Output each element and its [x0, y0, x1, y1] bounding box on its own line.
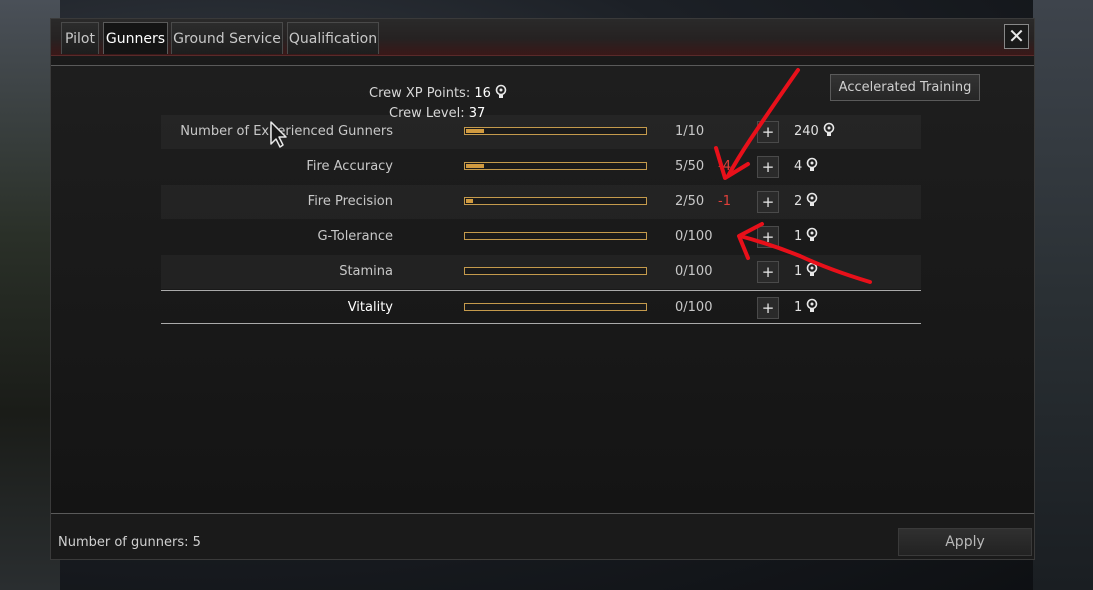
skill-value: 0/100 — [675, 300, 713, 315]
crew-skills-window: Pilot Gunners Ground Service Qualificati… — [50, 18, 1035, 560]
skill-progress-bar — [464, 232, 647, 240]
skill-row: Fire Precision 2/50 -1 +2 — [161, 185, 921, 219]
footer-divider — [51, 513, 1034, 514]
skill-name: Stamina — [339, 264, 393, 279]
increase-skill-button[interactable]: + — [757, 297, 779, 319]
mouse-cursor-icon — [270, 121, 287, 148]
skill-cost-value: 2 — [794, 194, 803, 209]
apply-button[interactable]: Apply — [898, 528, 1032, 556]
skill-delta: -1 — [718, 194, 731, 209]
skill-row: Vitality 0/100 +1 — [161, 290, 921, 324]
footer-bar: Number of gunners: 5 Apply — [51, 527, 1034, 559]
skill-cost-value: 240 — [794, 124, 819, 139]
skill-progress-fill — [466, 129, 484, 133]
skill-row: Stamina 0/100 +1 — [161, 255, 921, 289]
skill-progress-bar — [464, 197, 647, 205]
skill-row: G-Tolerance 0/100 +1 — [161, 220, 921, 254]
skill-row: Fire Accuracy 5/50 -4 +4 — [161, 150, 921, 184]
increase-skill-button[interactable]: + — [757, 226, 779, 248]
tab-ground-service[interactable]: Ground Service — [171, 22, 283, 54]
skill-progress-fill — [466, 199, 473, 203]
lightbulb-icon — [495, 84, 507, 98]
skill-value: 5/50 — [675, 159, 705, 174]
background-scenery-right — [1033, 0, 1093, 590]
skill-value: 2/50 — [675, 194, 705, 209]
crew-xp-line: Crew XP Points: 16 — [369, 84, 507, 101]
increase-skill-button[interactable]: + — [757, 156, 779, 178]
crew-xp-label: Crew XP Points: — [369, 86, 471, 101]
tab-bar: Pilot Gunners Ground Service Qualificati… — [51, 19, 1034, 56]
skills-panel: Crew XP Points: 16 Crew Level: 37 Accele… — [51, 65, 1034, 514]
skill-cost: 1 — [794, 255, 818, 289]
skill-cost: 2 — [794, 185, 818, 219]
lightbulb-icon — [807, 298, 818, 312]
skill-value: 1/10 — [675, 124, 705, 139]
lightbulb-icon — [807, 157, 818, 171]
skill-name: Fire Accuracy — [306, 159, 393, 174]
skill-progress-bar — [464, 127, 647, 135]
skill-cost: 1 — [794, 291, 818, 325]
skill-name: Fire Precision — [307, 194, 393, 209]
skill-cost-value: 1 — [794, 229, 803, 244]
lightbulb-icon — [807, 192, 818, 206]
skill-cost-value: 4 — [794, 159, 803, 174]
close-button[interactable]: ✕ — [1004, 24, 1029, 49]
skill-progress-fill — [466, 164, 484, 168]
skill-cost: 4 — [794, 150, 818, 184]
skill-name: Vitality — [347, 300, 393, 315]
crew-xp-value: 16 — [474, 86, 491, 101]
accelerated-training-button[interactable]: Accelerated Training — [830, 74, 980, 101]
lightbulb-icon — [807, 227, 818, 241]
skill-cost-value: 1 — [794, 300, 803, 315]
skill-cost: 240 — [794, 115, 835, 149]
skill-progress-bar — [464, 162, 647, 170]
skill-name: G-Tolerance — [317, 229, 393, 244]
skill-progress-bar — [464, 303, 647, 311]
skill-value: 0/100 — [675, 229, 713, 244]
lightbulb-icon — [823, 122, 835, 136]
tab-gunners[interactable]: Gunners — [103, 22, 168, 54]
increase-skill-button[interactable]: + — [757, 121, 779, 143]
increase-skill-button[interactable]: + — [757, 191, 779, 213]
skill-cost: 1 — [794, 220, 818, 254]
skill-delta: -4 — [718, 159, 731, 174]
lightbulb-icon — [807, 262, 818, 276]
skill-cost-value: 1 — [794, 264, 803, 279]
skill-value: 0/100 — [675, 264, 713, 279]
increase-skill-button[interactable]: + — [757, 261, 779, 283]
skill-progress-bar — [464, 267, 647, 275]
tab-qualification[interactable]: Qualification — [287, 22, 379, 54]
tab-pilot[interactable]: Pilot — [61, 22, 99, 54]
close-icon: ✕ — [1008, 24, 1025, 48]
gunners-count-text: Number of gunners: 5 — [58, 535, 201, 550]
